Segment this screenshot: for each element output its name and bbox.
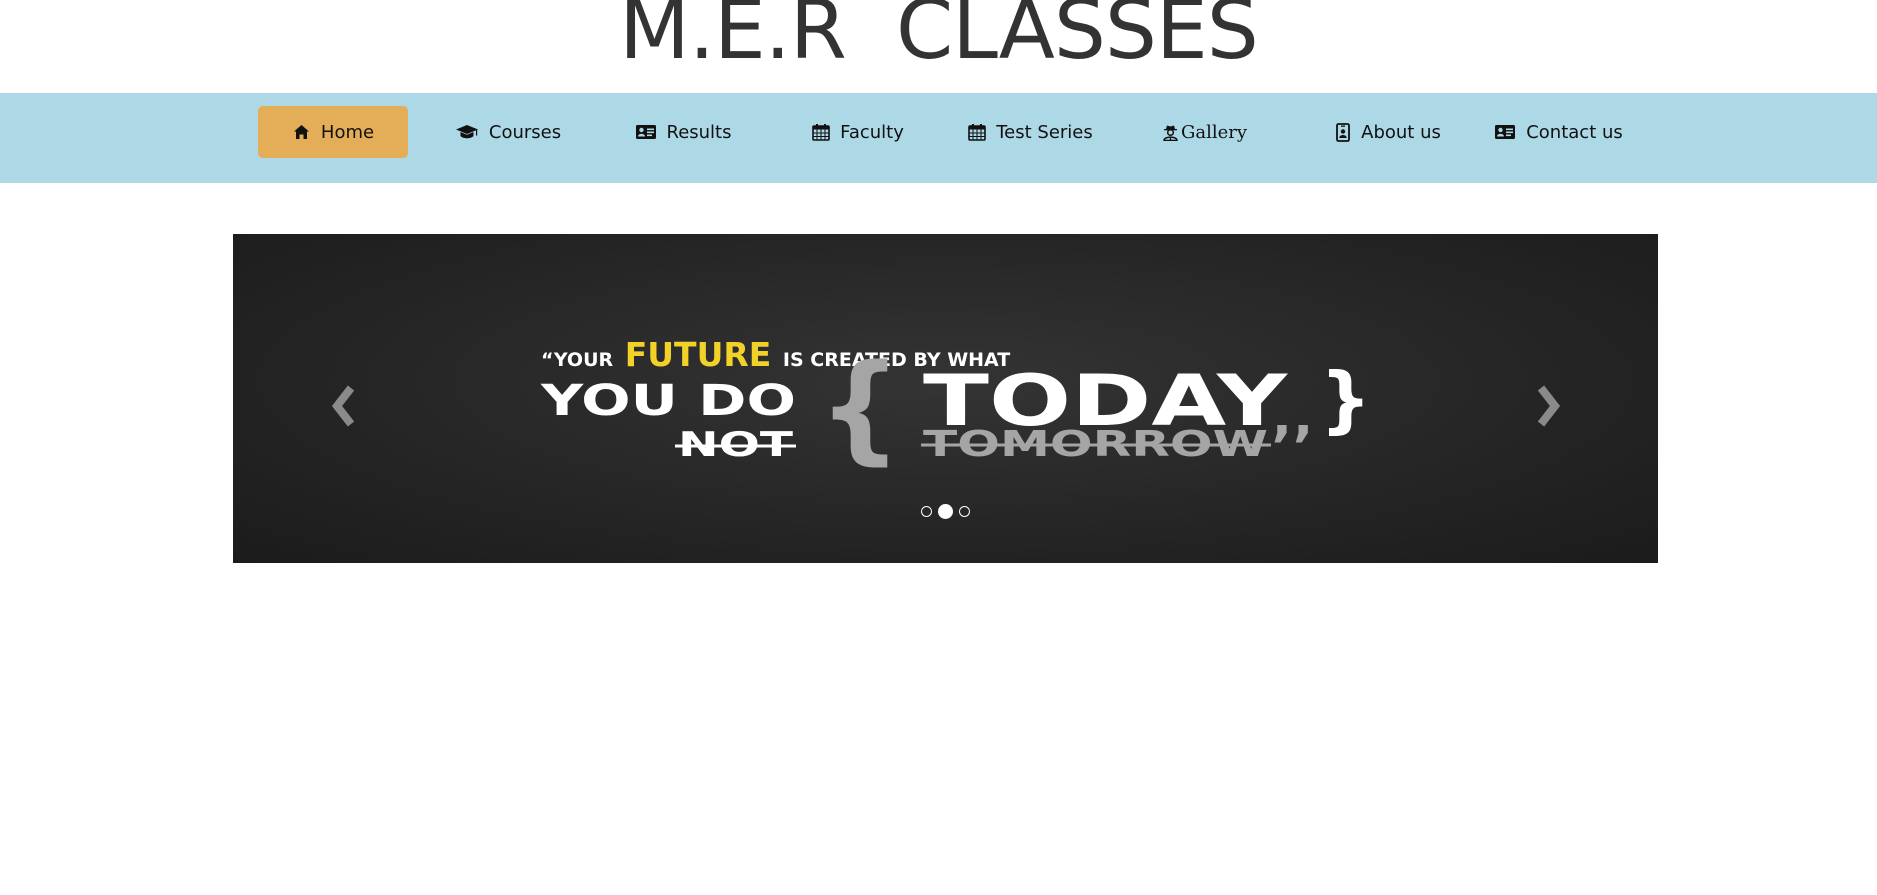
quote-close-quote: ’’ [1271, 415, 1314, 480]
quote-you-do: YOU DO [540, 376, 796, 426]
nav-results-label: Results [666, 121, 732, 143]
id-card-icon [634, 122, 658, 142]
nav-test-series-label: Test Series [996, 121, 1093, 143]
nav-about-us-label: About us [1361, 121, 1441, 143]
hero-carousel: “YOUR FUTURE IS CREATED BY WHAT YOU DO N… [233, 234, 1658, 563]
nav-test-series[interactable]: Test Series [960, 106, 1100, 158]
chevron-left-icon [331, 385, 355, 427]
quote-open-brace: { [818, 338, 902, 476]
id-badge-icon [1334, 122, 1352, 142]
user-secret-icon [1163, 122, 1179, 142]
nav-results[interactable]: Results [620, 106, 745, 158]
nav-courses[interactable]: Courses [445, 106, 570, 158]
nav-contact-us-label: Contact us [1526, 121, 1623, 143]
nav-gallery-label: Gallery [1180, 121, 1248, 143]
main-navbar: Home Courses Results Faculty Test Series… [0, 93, 1877, 183]
carousel-indicator-1[interactable] [921, 506, 932, 517]
carousel-prev-button[interactable] [325, 382, 365, 432]
nav-contact-us[interactable]: Contact us [1493, 106, 1623, 158]
carousel-indicator-3[interactable] [959, 506, 970, 517]
nav-about-us[interactable]: About us [1325, 106, 1450, 158]
chevron-right-icon [1537, 385, 1561, 427]
carousel-indicators [233, 504, 1658, 519]
nav-gallery[interactable]: Gallery [1150, 106, 1260, 158]
nav-faculty[interactable]: Faculty [795, 106, 920, 158]
nav-home-label: Home [320, 121, 375, 143]
address-card-icon [1493, 122, 1517, 142]
calendar-icon [967, 122, 987, 142]
quote-close-brace: } [1320, 357, 1371, 441]
carousel-indicator-2[interactable] [938, 504, 953, 519]
home-icon [292, 122, 312, 142]
nav-faculty-label: Faculty [840, 121, 904, 143]
site-title: M.E.R CLASSES [619, 0, 1259, 78]
carousel-next-button[interactable] [1529, 382, 1569, 432]
nav-home[interactable]: Home [258, 106, 408, 158]
nav-courses-label: Courses [488, 121, 562, 143]
calendar-icon [811, 122, 831, 142]
graduation-cap-icon [454, 122, 480, 142]
